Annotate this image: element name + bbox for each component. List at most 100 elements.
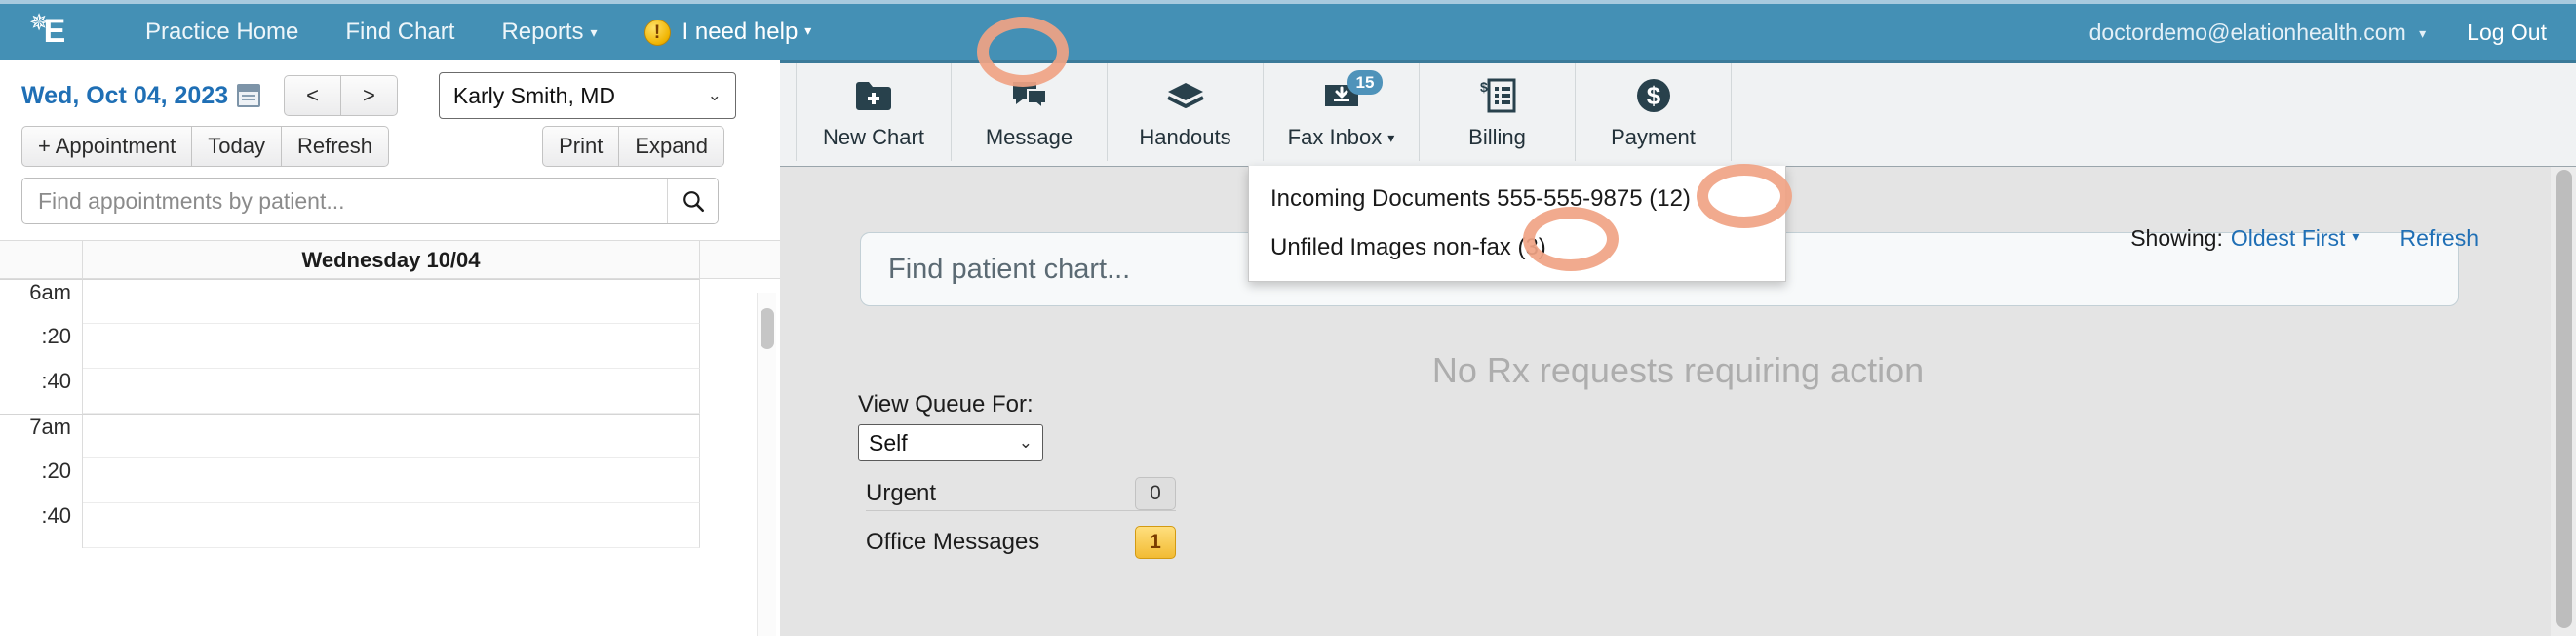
right-button-group: Print Expand — [542, 126, 724, 167]
calendar-day-header: Wednesday 10/04 — [0, 240, 780, 279]
calendar-slot[interactable]: :20 — [0, 324, 780, 369]
calendar-grid: 6am :20 :40 7am :20:40 — [0, 279, 780, 601]
calendar-cell[interactable] — [83, 458, 700, 503]
sidebar-scrollbar[interactable] — [757, 293, 776, 636]
toolbar-label: Handouts — [1139, 125, 1231, 149]
time-gutter-header — [0, 241, 83, 278]
view-queue-value: Self — [869, 429, 908, 456]
search-icon — [683, 191, 704, 213]
calendar-cell[interactable] — [83, 369, 700, 414]
expand-button[interactable]: Expand — [619, 126, 724, 167]
toolbar-label: Payment — [1611, 125, 1696, 149]
toolbar-label: Billing — [1468, 125, 1526, 149]
showing-label: Showing: — [2130, 225, 2223, 251]
calendar-slot[interactable]: :40 — [0, 503, 780, 548]
toolbar-label: Fax Inbox ▾ — [1288, 125, 1395, 150]
nav-item-i-need-help[interactable]: ! I need help ▾ — [621, 19, 836, 46]
queue-row-office-messages[interactable]: Office Messages 1 — [866, 526, 1176, 559]
help-label: I need help — [682, 19, 799, 45]
toolbar-item-handouts[interactable]: Handouts — [1108, 63, 1264, 161]
print-button[interactable]: Print — [542, 126, 620, 167]
nav-label: Find Chart — [345, 19, 455, 45]
chevron-down-icon: ▾ — [804, 21, 812, 38]
chevron-down-icon: ▾ — [2419, 24, 2427, 41]
user-email-label: doctordemo@elationhealth.com — [2088, 19, 2406, 45]
showing-sort-value[interactable]: Oldest First — [2231, 225, 2346, 252]
calendar-action-buttons: + Appointment Today Refresh Print Expand — [0, 117, 780, 168]
elation-logo[interactable]: ✵ E — [0, 4, 100, 76]
view-queue-select[interactable]: Self ⌄ — [858, 424, 1043, 461]
queue-divider — [866, 510, 1176, 511]
main-scrollbar[interactable] — [2551, 167, 2576, 636]
appointment-search-input[interactable] — [22, 187, 667, 215]
date-controls-row: Wed, Oct 04, 2023 < > Karly Smith, MD ⌄ — [0, 60, 780, 119]
add-appointment-button[interactable]: + Appointment — [21, 126, 193, 167]
fax-menu-item-incoming-documents[interactable]: Incoming Documents 555-555-9875 (12) — [1249, 175, 1785, 223]
account-area: doctordemo@elationhealth.com ▾ Log Out — [2089, 20, 2576, 46]
elation-emr-window: ✵ E Practice Home Find Chart Reports ▾ ! … — [0, 0, 2576, 636]
showing-controls: Showing: Oldest First ▾ Refresh — [2130, 225, 2478, 252]
nav-label: Reports — [501, 19, 584, 45]
queue-row-label: Urgent — [866, 480, 937, 506]
fax-inbox-dropdown-menu: Incoming Documents 555-555-9875 (12) Unf… — [1248, 166, 1786, 282]
toolbar-label: Message — [985, 125, 1073, 149]
queue-row-label: Office Messages — [866, 529, 1040, 555]
logout-link[interactable]: Log Out — [2467, 20, 2547, 46]
fax-inbox-badge: 15 — [1347, 70, 1384, 96]
logo-letter-e: E — [43, 13, 66, 50]
refresh-calendar-button[interactable]: Refresh — [282, 126, 390, 167]
svg-text:$: $ — [1646, 81, 1660, 110]
previous-day-button[interactable]: < — [284, 75, 342, 116]
toolbar-item-fax-inbox[interactable]: 15 Fax Inbox ▾ — [1264, 63, 1420, 161]
time-label: :20 — [0, 458, 83, 503]
new-chart-folder-icon — [854, 74, 893, 117]
calendar-cell[interactable] — [83, 503, 700, 548]
time-label: 7am — [0, 414, 83, 458]
queue-row-count: 0 — [1135, 477, 1176, 510]
nav-item-reports[interactable]: Reports ▾ — [478, 19, 620, 46]
next-day-button[interactable]: > — [341, 75, 398, 116]
appointment-search-box[interactable] — [21, 178, 719, 224]
chevron-down-icon: ▾ — [590, 24, 598, 40]
handouts-stack-icon — [1165, 74, 1206, 117]
billing-invoice-icon: $ — [1479, 74, 1516, 117]
appointment-search-button[interactable] — [667, 179, 718, 223]
main-scrollbar-thumb[interactable] — [2556, 170, 2572, 628]
calendar-slot[interactable]: 6am — [0, 279, 780, 324]
toolbar-label-text: Fax Inbox — [1287, 125, 1383, 149]
toolbar-item-billing[interactable]: $ Billing — [1420, 63, 1576, 161]
toolbar-item-payment[interactable]: $ Payment — [1576, 63, 1732, 161]
provider-select[interactable]: Karly Smith, MD ⌄ — [438, 72, 736, 119]
user-account-menu[interactable]: doctordemo@elationhealth.com ▾ — [2089, 20, 2427, 46]
calendar-cell[interactable] — [83, 414, 700, 458]
time-label: :40 — [0, 369, 83, 414]
sidebar-scrollbar-thumb[interactable] — [761, 308, 774, 349]
calendar-slot[interactable]: :40 — [0, 369, 780, 414]
empty-state-message: No Rx requests requiring action — [1431, 350, 1925, 390]
chevron-down-icon: ▾ — [1387, 130, 1395, 145]
chevron-down-icon: ▾ — [2352, 228, 2360, 244]
nav-item-find-chart[interactable]: Find Chart — [322, 19, 478, 46]
time-label: :20 — [0, 324, 83, 369]
calendar-slot[interactable]: :20 — [0, 458, 780, 503]
refresh-queue-link[interactable]: Refresh — [2400, 225, 2478, 252]
nav-label: Practice Home — [145, 19, 299, 45]
today-button[interactable]: Today — [192, 126, 282, 167]
fax-menu-item-unfiled-images[interactable]: Unfiled Images non-fax (3) — [1249, 223, 1785, 272]
calendar-icon[interactable] — [237, 84, 261, 107]
queue-row-count: 1 — [1135, 526, 1176, 559]
nav-item-practice-home[interactable]: Practice Home — [122, 19, 322, 46]
date-stepper: < > — [284, 75, 398, 116]
current-date-label[interactable]: Wed, Oct 04, 2023 — [21, 82, 228, 110]
calendar-slot[interactable]: 7am — [0, 414, 780, 458]
provider-name-label: Karly Smith, MD — [452, 82, 616, 108]
toolbar-item-new-chart[interactable]: New Chart — [796, 63, 952, 161]
queue-row-urgent[interactable]: Urgent 0 — [866, 477, 1176, 510]
time-label: :40 — [0, 503, 83, 548]
day-header-label: Wednesday 10/04 — [83, 241, 700, 278]
toolbar-item-message[interactable]: Message — [952, 63, 1108, 161]
chevron-down-icon: ⌄ — [1018, 433, 1033, 452]
calendar-cell[interactable] — [83, 324, 700, 369]
calendar-cell[interactable] — [83, 279, 700, 324]
chevron-down-icon: ⌄ — [707, 86, 722, 104]
